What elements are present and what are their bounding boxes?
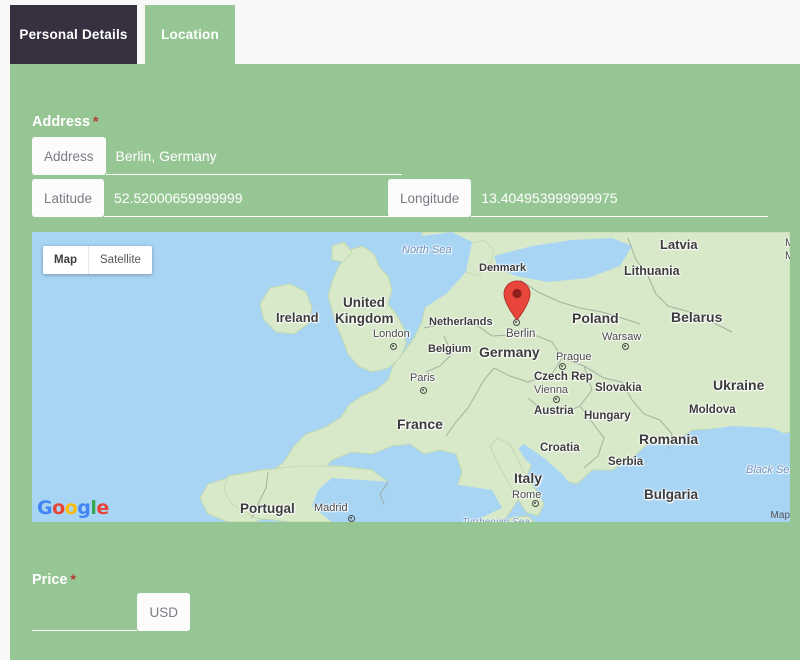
longitude-addon-label: Longitude: [388, 179, 472, 217]
google-logo-o2: o: [64, 497, 78, 519]
address-input[interactable]: [105, 137, 402, 175]
google-logo-g1: G: [37, 497, 53, 519]
map-type-controls: Map Satellite: [43, 246, 152, 274]
map-type-satellite-button[interactable]: Satellite: [88, 246, 152, 274]
google-logo-o1: o: [52, 497, 65, 519]
longitude-input[interactable]: [471, 179, 768, 217]
latitude-addon-label: Latitude: [32, 179, 105, 217]
tab-location-label: Location: [161, 27, 219, 42]
address-input-group: Address: [32, 137, 402, 175]
longitude-input-group: Longitude: [388, 179, 768, 217]
city-dot-vienna: [553, 396, 560, 403]
latitude-input[interactable]: [104, 179, 402, 217]
price-input-group: USD: [32, 593, 190, 631]
price-label-text: Price: [32, 572, 68, 588]
latitude-input-group: Latitude: [32, 179, 402, 217]
price-label: Price *: [32, 571, 76, 588]
tab-bar: Personal Details Location: [0, 0, 800, 64]
tab-personal-details[interactable]: Personal Details: [10, 5, 137, 64]
city-dot-madrid: [348, 515, 355, 522]
address-label: Address *: [32, 113, 98, 130]
google-logo-e: e: [96, 497, 109, 519]
city-dot-prague: [559, 363, 566, 370]
map-base-graphic: [32, 232, 790, 522]
tab-personal-details-label: Personal Details: [19, 27, 128, 42]
address-label-text: Address: [32, 114, 91, 130]
address-required-asterisk: *: [93, 113, 99, 129]
city-dot-paris: [420, 387, 427, 394]
price-currency-addon: USD: [137, 593, 190, 631]
city-dot-warsaw: [622, 343, 629, 350]
price-input[interactable]: [32, 593, 138, 631]
map-type-map-button[interactable]: Map: [43, 246, 88, 274]
map-attribution: Map: [770, 510, 790, 521]
map-marker-pin[interactable]: [502, 279, 532, 324]
city-dot-london: [390, 343, 397, 350]
city-dot-rome: [532, 500, 539, 507]
google-map[interactable]: North Sea Denmark Latvia Lithuania Mosco…: [32, 232, 790, 522]
google-logo: Google: [37, 497, 109, 519]
google-logo-g2: g: [77, 497, 91, 519]
address-addon-label: Address: [32, 137, 106, 175]
tab-location[interactable]: Location: [145, 5, 235, 64]
price-required-asterisk: *: [70, 571, 76, 587]
